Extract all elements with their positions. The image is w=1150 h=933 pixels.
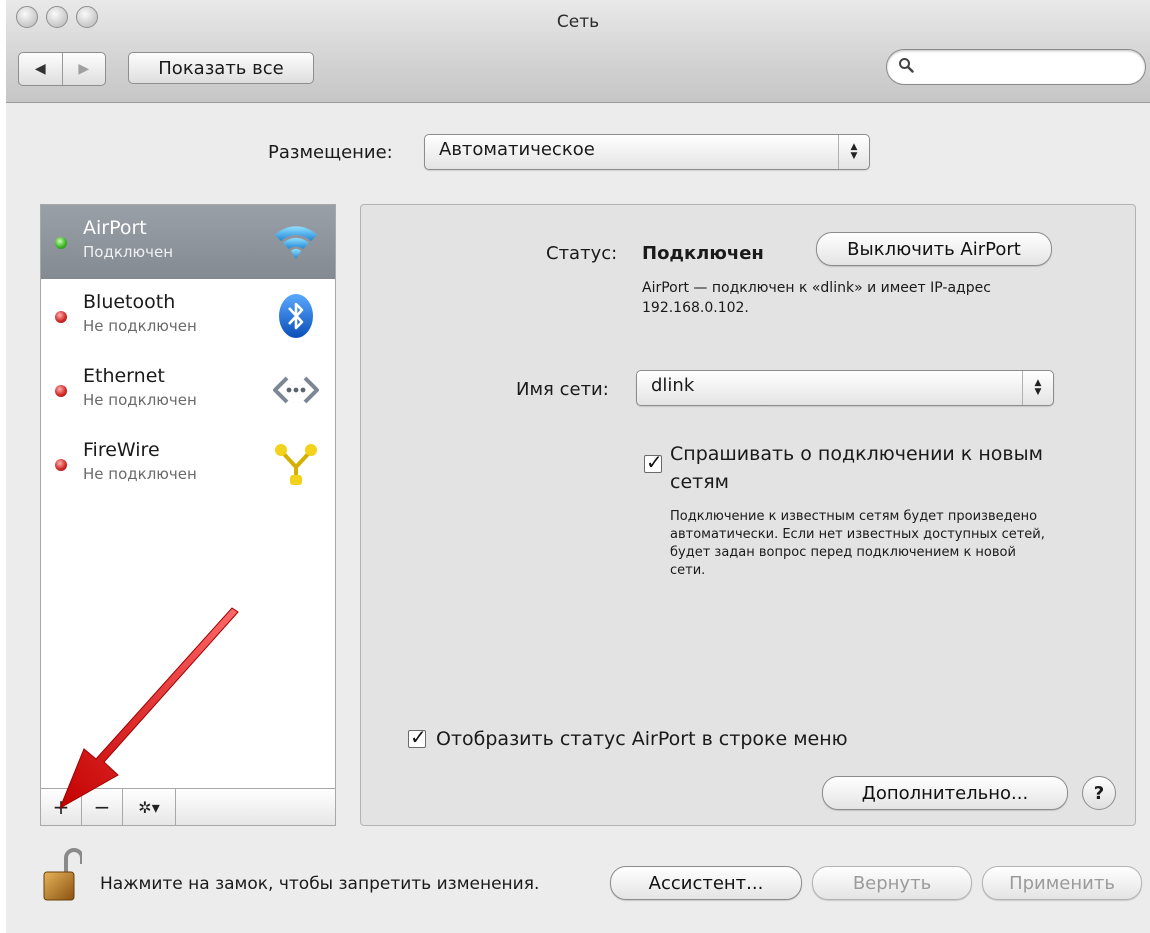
service-name: Bluetooth — [83, 291, 176, 313]
forward-button[interactable]: ▶ — [61, 53, 106, 85]
show-menu-status-label[interactable]: Отобразить статус AirPort в строке меню — [436, 728, 848, 750]
ask-join-checkbox[interactable] — [644, 450, 663, 474]
network-name-popup[interactable]: dlink ▲ ▼ — [636, 370, 1054, 406]
popup-arrows-icon: ▲ ▼ — [838, 135, 869, 169]
revert-button[interactable]: Вернуть — [812, 866, 972, 900]
search-input[interactable] — [921, 56, 1135, 80]
status-label: Статус: — [546, 243, 618, 264]
status-dot-connected — [55, 237, 67, 249]
action-menu-button[interactable]: ✲▾ — [123, 789, 176, 825]
show-menu-status-checkbox[interactable] — [408, 725, 427, 749]
back-forward-control: ◀ ▶ — [18, 52, 106, 86]
service-item-airport[interactable]: AirPort Подключен — [41, 205, 335, 279]
unlocked-padlock-icon[interactable] — [42, 848, 82, 904]
location-label: Размещение: — [268, 142, 393, 163]
bluetooth-icon — [279, 294, 313, 338]
service-item-ethernet[interactable]: Ethernet Не подключен — [41, 353, 335, 427]
status-dot-disconnected — [55, 311, 67, 323]
wifi-icon — [275, 226, 317, 259]
firewire-icon — [275, 444, 317, 485]
assistant-button[interactable]: Ассистент... — [610, 866, 802, 900]
service-list-toolbar: + − ✲▾ — [40, 788, 336, 826]
show-all-button[interactable]: Показать все — [128, 52, 314, 84]
ethernet-icon — [273, 376, 319, 404]
service-status: Не подключен — [83, 391, 197, 409]
status-dot-disconnected — [55, 385, 67, 397]
service-name: AirPort — [83, 217, 147, 239]
status-description: AirPort — подключен к «dlink» и имеет IP… — [642, 280, 991, 316]
service-status: Подключен — [83, 243, 173, 261]
network-name-value: dlink — [651, 375, 695, 396]
ask-join-description: Подключение к известным сетям будет прои… — [670, 509, 1045, 578]
service-name: Ethernet — [83, 365, 165, 387]
help-button[interactable]: ? — [1082, 776, 1116, 810]
location-popup[interactable]: Автоматическое ▲ ▼ — [424, 134, 870, 170]
window-title: Сеть — [556, 12, 600, 32]
turn-off-airport-button[interactable]: Выключить AirPort — [816, 232, 1052, 266]
apply-button[interactable]: Применить — [982, 866, 1142, 900]
remove-service-button[interactable]: − — [82, 789, 123, 825]
lock-hint-text: Нажмите на замок, чтобы запретить измене… — [100, 874, 540, 894]
title-toolbar: Сеть ◀ ▶ Показать все — [6, 0, 1150, 103]
status-dot-disconnected — [55, 459, 67, 471]
advanced-button[interactable]: Дополнительно... — [822, 776, 1068, 810]
status-value: Подключен — [642, 243, 764, 264]
service-name: FireWire — [83, 439, 160, 461]
network-preferences-window: Сеть ◀ ▶ Показать все Размещение: Автома… — [6, 0, 1150, 933]
service-list: AirPort Подключен Bluetooth Не подключен… — [40, 204, 336, 826]
service-status: Не подключен — [83, 317, 197, 335]
service-status: Не подключен — [83, 465, 197, 483]
back-button[interactable]: ◀ — [19, 53, 62, 85]
service-item-firewire[interactable]: FireWire Не подключен — [41, 427, 335, 501]
popup-arrows-icon: ▲ ▼ — [1022, 371, 1053, 405]
add-service-button[interactable]: + — [41, 789, 82, 825]
ask-join-label[interactable]: Спрашивать о подключении к новым сетям — [670, 440, 1100, 496]
search-icon — [899, 58, 914, 73]
location-value: Автоматическое — [439, 139, 595, 160]
search-field[interactable] — [886, 49, 1146, 85]
network-name-label: Имя сети: — [516, 379, 609, 400]
service-item-bluetooth[interactable]: Bluetooth Не подключен — [41, 279, 335, 353]
